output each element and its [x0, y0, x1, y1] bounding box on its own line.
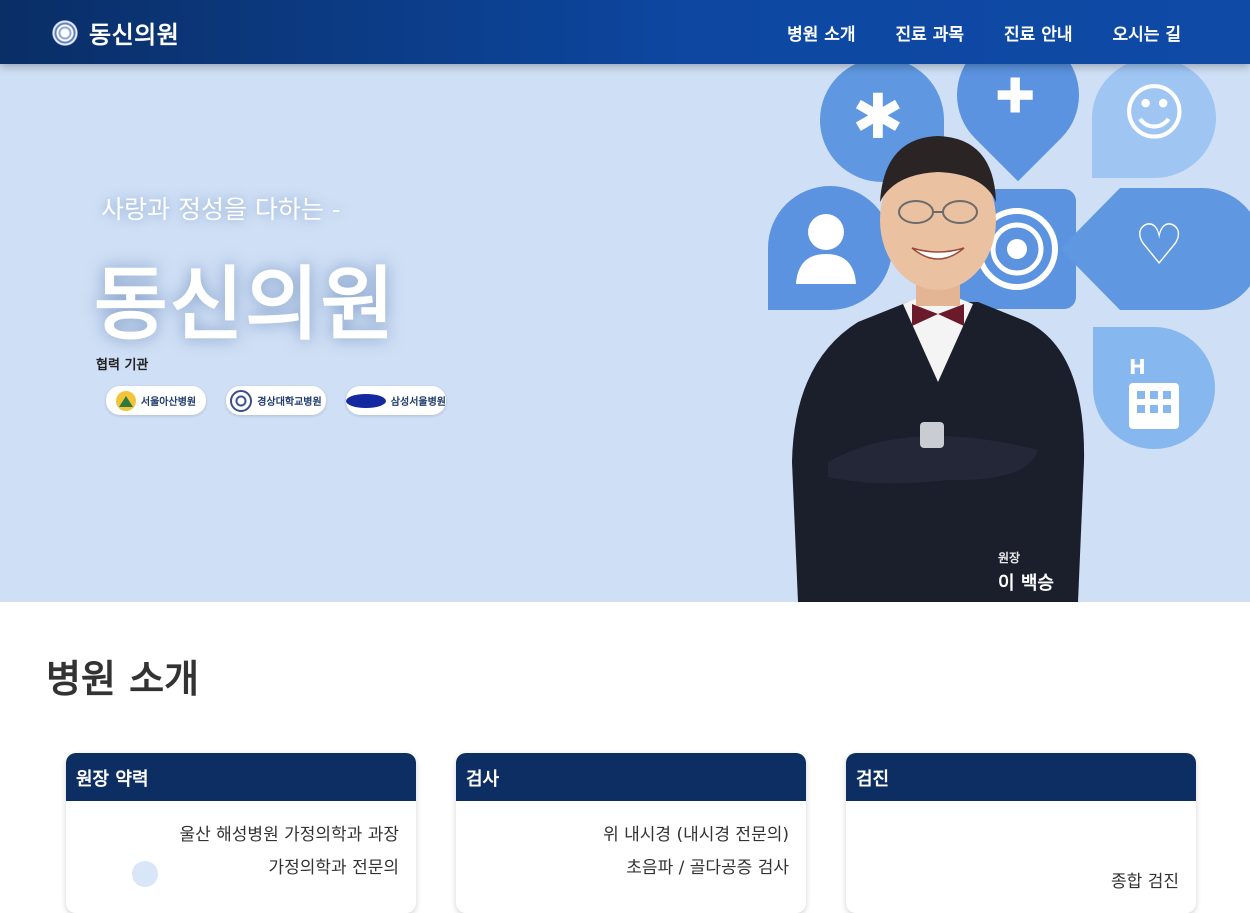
director-name: 이 백승 — [998, 573, 1054, 594]
partner-name: 삼성서울병원 — [390, 397, 446, 408]
card-body: 종합 검진 — [846, 801, 1196, 899]
card-line: 위 내시경 (내시경 전문의) — [603, 825, 789, 845]
card-line: 종합 검진 — [1111, 872, 1179, 892]
avatar — [132, 861, 158, 887]
card-title: 검사 — [456, 753, 806, 801]
director-caption: 원장 이 백승 — [998, 549, 1054, 595]
nav-item-guide[interactable]: 진료 안내 — [1004, 20, 1072, 45]
card-title: 원장 약력 — [66, 753, 416, 801]
card-line: 초음파 / 골다공증 검사 — [626, 858, 789, 878]
hospital-building-icon: H — [1093, 327, 1215, 449]
nav-item-directions[interactable]: 오시는 길 — [1113, 20, 1181, 45]
brand[interactable]: 동신의원 — [52, 15, 179, 50]
card-body: 울산 해성병원 가정의학과 과장 가정의학과 전문의 — [66, 801, 416, 885]
asan-logo-icon — [115, 390, 136, 411]
gyeongsang-logo-icon — [230, 389, 253, 412]
nav-item-about[interactable]: 병원 소개 — [787, 20, 855, 45]
director-role: 원장 — [998, 551, 1021, 565]
card-title: 검진 — [846, 753, 1196, 801]
partner-asan[interactable]: 서울아산병원 — [106, 386, 206, 415]
partner-logos: 서울아산병원 경상대학교병원 삼성서울병원 — [106, 386, 446, 415]
partner-name: 서울아산병원 — [140, 397, 197, 408]
card-director-career: 원장 약력 울산 해성병원 가정의학과 과장 가정의학과 전문의 — [66, 753, 416, 913]
card-line: 울산 해성병원 가정의학과 과장 — [179, 825, 399, 845]
card-body: 위 내시경 (내시경 전문의) 초음파 / 골다공증 검사 — [456, 801, 806, 885]
card-tests: 검사 위 내시경 (내시경 전문의) 초음파 / 골다공증 검사 — [456, 753, 806, 913]
partners-label: 협력 기관 — [96, 358, 149, 373]
top-navigation-bar: 동신의원 병원 소개 진료 과목 진료 안내 오시는 길 — [0, 0, 1250, 64]
director-photo — [788, 132, 1088, 602]
section-title-about: 병원 소개 — [46, 657, 200, 701]
card-line: 가정의학과 전문의 — [268, 858, 399, 878]
partner-gyeongsang[interactable]: 경상대학교병원 — [226, 386, 326, 415]
main-nav: 병원 소개 진료 과목 진료 안내 오시는 길 — [787, 20, 1181, 45]
partner-samsung[interactable]: 삼성서울병원 — [346, 386, 446, 415]
hero-tagline: 사랑과 정성을 다하는 - — [101, 195, 341, 224]
hero-title: 동신의원 — [94, 258, 397, 351]
clinic-logo-icon — [52, 19, 78, 46]
samsung-logo-icon — [346, 393, 386, 408]
partner-name: 경상대학교병원 — [257, 397, 322, 408]
smile-icon: ☺ — [1092, 64, 1216, 178]
card-checkup: 검진 종합 검진 — [846, 753, 1196, 913]
brand-name: 동신의원 — [89, 21, 180, 49]
heartbeat-icon: ♡ — [1060, 188, 1250, 310]
nav-item-departments[interactable]: 진료 과목 — [896, 20, 964, 45]
hero-banner: ✱ ✚ ☺ ♡ H 원장 이 백승 사랑과 정성을 다하는 - 동신의원 협력 … — [0, 64, 1250, 602]
